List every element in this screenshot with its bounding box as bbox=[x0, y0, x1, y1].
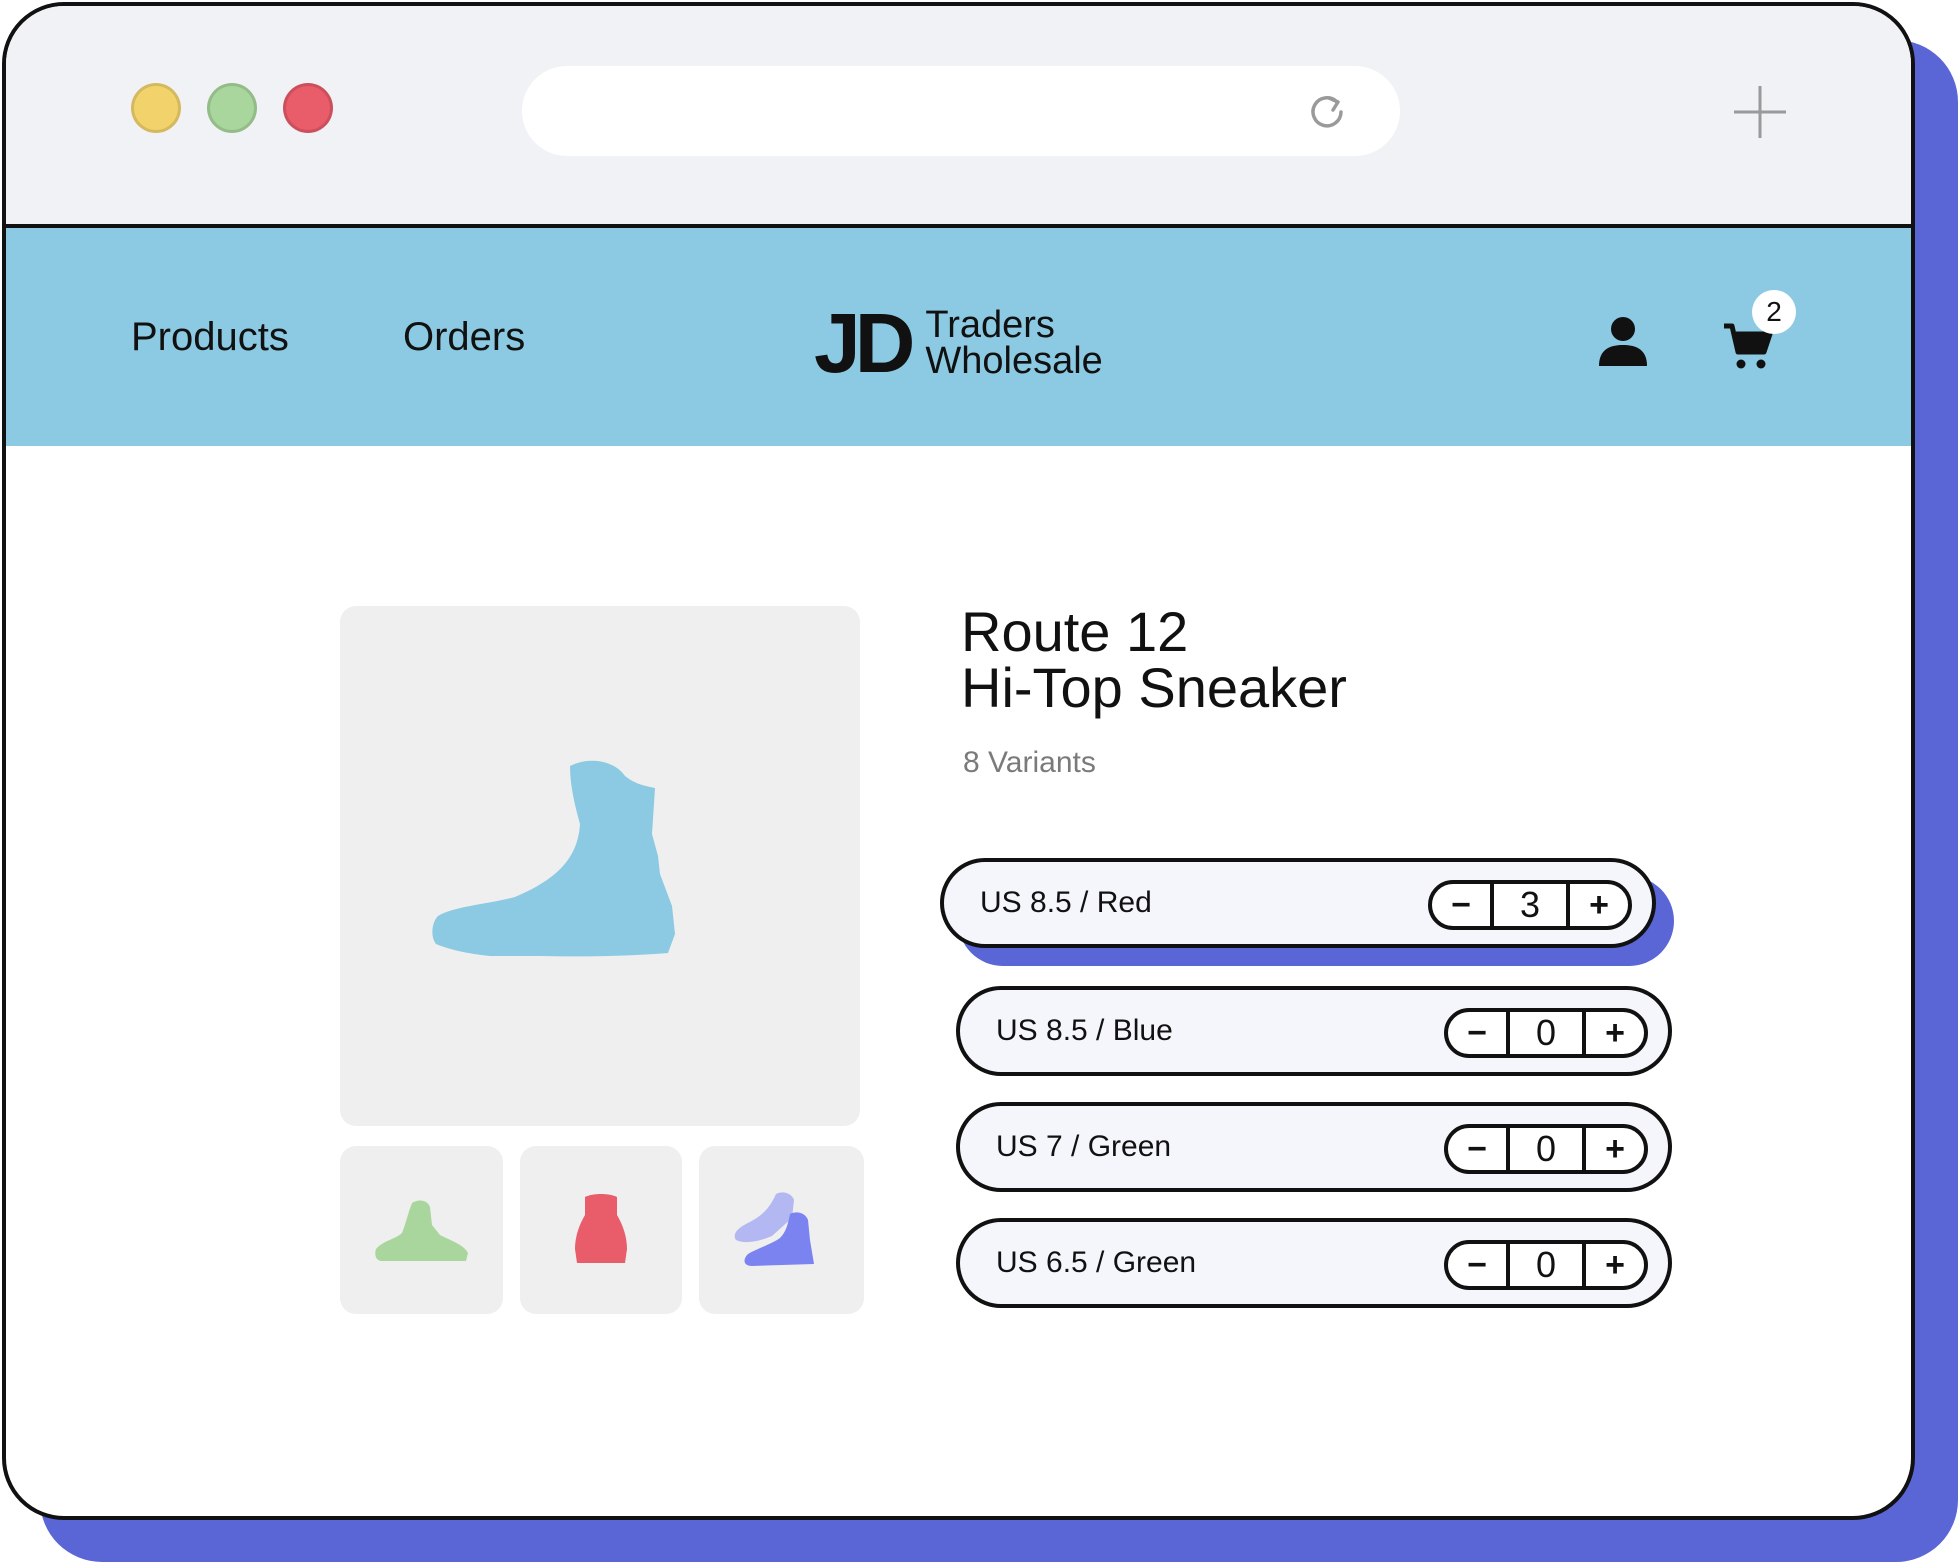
variant-label: US 6.5 / Green bbox=[996, 1246, 1197, 1279]
quantity-value[interactable]: 3 bbox=[1490, 884, 1570, 926]
quantity-stepper: − 3 + bbox=[1428, 880, 1632, 930]
increment-button[interactable]: + bbox=[1570, 884, 1628, 926]
brand-mark: JD bbox=[814, 296, 915, 390]
decrement-button[interactable]: − bbox=[1448, 1128, 1506, 1170]
thumbnail-green[interactable] bbox=[340, 1146, 503, 1314]
variant-row-us65-green[interactable]: US 6.5 / Green − 0 + bbox=[956, 1218, 1672, 1308]
product-title: Route 12 Hi-Top Sneaker bbox=[961, 604, 1347, 716]
product-main-image[interactable] bbox=[340, 606, 860, 1126]
minimize-dot[interactable] bbox=[131, 83, 181, 133]
brand-line-1: Traders bbox=[925, 304, 1055, 346]
user-icon[interactable] bbox=[1596, 314, 1650, 368]
browser-chrome bbox=[6, 6, 1911, 228]
site-navbar: Products Orders JD Traders Wholesale 2 bbox=[6, 228, 1911, 446]
quantity-value[interactable]: 0 bbox=[1506, 1244, 1586, 1286]
quantity-value[interactable]: 0 bbox=[1506, 1128, 1586, 1170]
increment-button[interactable]: + bbox=[1586, 1012, 1644, 1054]
sneaker-purple-icon bbox=[734, 1192, 814, 1266]
quantity-value[interactable]: 0 bbox=[1506, 1012, 1586, 1054]
sneaker-green-icon bbox=[374, 1200, 468, 1261]
variant-row-us85-red[interactable]: US 8.5 / Red − 3 + bbox=[940, 858, 1656, 948]
thumbnail-red[interactable] bbox=[520, 1146, 682, 1314]
sneaker-blue-icon bbox=[432, 760, 675, 957]
maximize-dot[interactable] bbox=[207, 83, 257, 133]
product-title-line-1: Route 12 bbox=[961, 600, 1189, 663]
cart-count-badge: 2 bbox=[1752, 290, 1796, 334]
reload-icon[interactable] bbox=[1304, 88, 1350, 134]
increment-button[interactable]: + bbox=[1586, 1128, 1644, 1170]
brand-logo[interactable]: JD Traders Wholesale bbox=[814, 296, 1103, 390]
nav-orders-link[interactable]: Orders bbox=[403, 314, 525, 360]
brand-line-2: Wholesale bbox=[925, 340, 1103, 382]
sneaker-red-icon bbox=[575, 1194, 627, 1263]
quantity-stepper: − 0 + bbox=[1444, 1008, 1648, 1058]
close-dot[interactable] bbox=[283, 83, 333, 133]
decrement-button[interactable]: − bbox=[1432, 884, 1490, 926]
nav-products-link[interactable]: Products bbox=[131, 314, 289, 360]
address-bar[interactable] bbox=[522, 66, 1400, 156]
increment-button[interactable]: + bbox=[1586, 1244, 1644, 1286]
browser-window: Products Orders JD Traders Wholesale 2 R… bbox=[2, 2, 1915, 1520]
quantity-stepper: − 0 + bbox=[1444, 1240, 1648, 1290]
variant-label: US 8.5 / Red bbox=[980, 886, 1152, 919]
decrement-button[interactable]: − bbox=[1448, 1244, 1506, 1286]
thumbnail-purple[interactable] bbox=[699, 1146, 864, 1314]
variant-label: US 8.5 / Blue bbox=[996, 1014, 1173, 1047]
decrement-button[interactable]: − bbox=[1448, 1012, 1506, 1054]
variant-row-us85-blue[interactable]: US 8.5 / Blue − 0 + bbox=[956, 986, 1672, 1076]
variant-count: 8 Variants bbox=[963, 746, 1096, 779]
variant-label: US 7 / Green bbox=[996, 1130, 1172, 1163]
brand-name: Traders Wholesale bbox=[925, 304, 1103, 382]
variant-row-us7-green[interactable]: US 7 / Green − 0 + bbox=[956, 1102, 1672, 1192]
quantity-stepper: − 0 + bbox=[1444, 1124, 1648, 1174]
new-tab-icon[interactable] bbox=[1732, 84, 1788, 140]
product-title-line-2: Hi-Top Sneaker bbox=[961, 656, 1347, 719]
